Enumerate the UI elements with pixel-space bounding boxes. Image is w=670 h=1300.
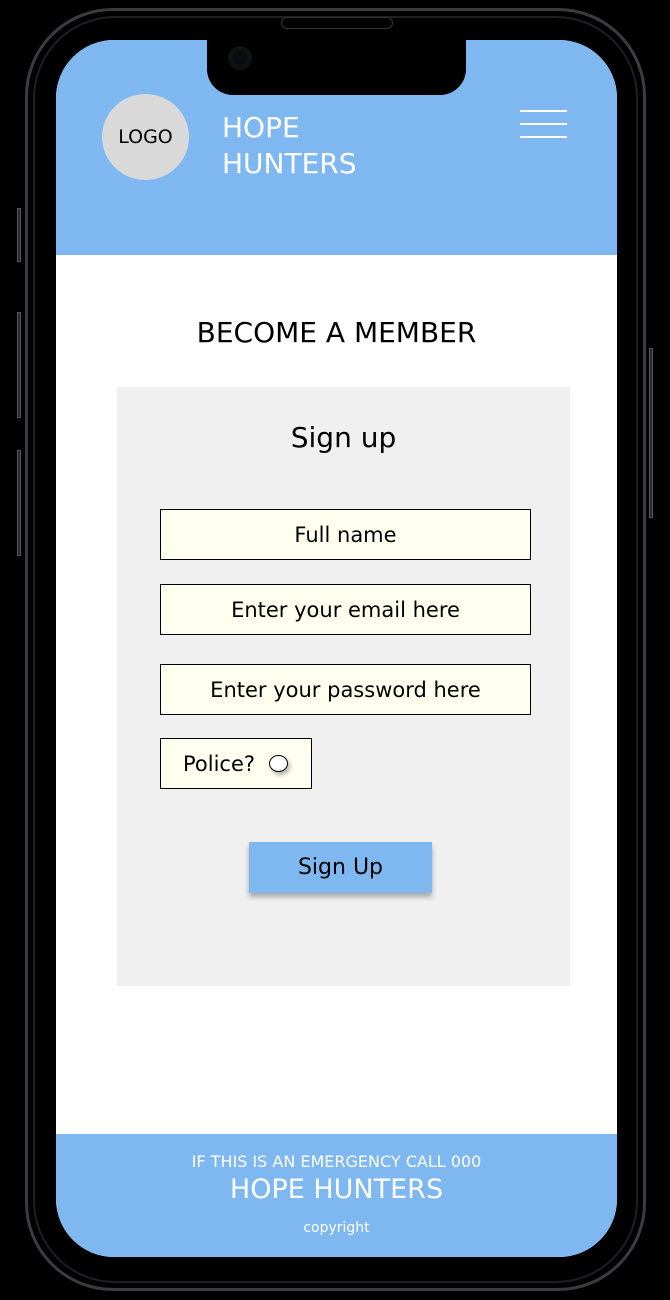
- page-title: BECOME A MEMBER: [196, 316, 477, 349]
- footer-brand: HOPE HUNTERS: [229, 1174, 444, 1205]
- police-label: Police?: [183, 751, 256, 776]
- hamburger-menu-icon[interactable]: [520, 110, 567, 138]
- brand-line-1: HOPE: [222, 111, 300, 144]
- speaker: [281, 17, 393, 29]
- police-radio[interactable]: [269, 755, 289, 772]
- brand-name: HOPE HUNTERS: [222, 110, 357, 182]
- email-input[interactable]: Enter your email here: [160, 584, 531, 635]
- mute-switch: [17, 208, 21, 262]
- emergency-notice: IF THIS IS AN EMERGENCY CALL 000: [191, 1152, 482, 1171]
- signup-card: Sign up Full name Enter your email here …: [117, 387, 570, 986]
- volume-up-button: [17, 312, 21, 418]
- brand-line-2: HUNTERS: [222, 147, 357, 180]
- screen: LOGO HOPE HUNTERS BECOME A MEMBER Sign u…: [56, 40, 617, 1257]
- power-button: [649, 348, 653, 518]
- footer: IF THIS IS AN EMERGENCY CALL 000 HOPE HU…: [56, 1134, 617, 1257]
- signup-heading: Sign up: [290, 421, 397, 454]
- sign-up-button[interactable]: Sign Up: [249, 842, 432, 893]
- password-input[interactable]: Enter your password here: [160, 664, 531, 715]
- full-name-input[interactable]: Full name: [160, 509, 531, 560]
- logo[interactable]: LOGO: [102, 94, 189, 180]
- police-option[interactable]: Police?: [160, 738, 312, 789]
- volume-down-button: [17, 450, 21, 556]
- copyright: copyright: [303, 1220, 370, 1236]
- camera: [228, 46, 252, 70]
